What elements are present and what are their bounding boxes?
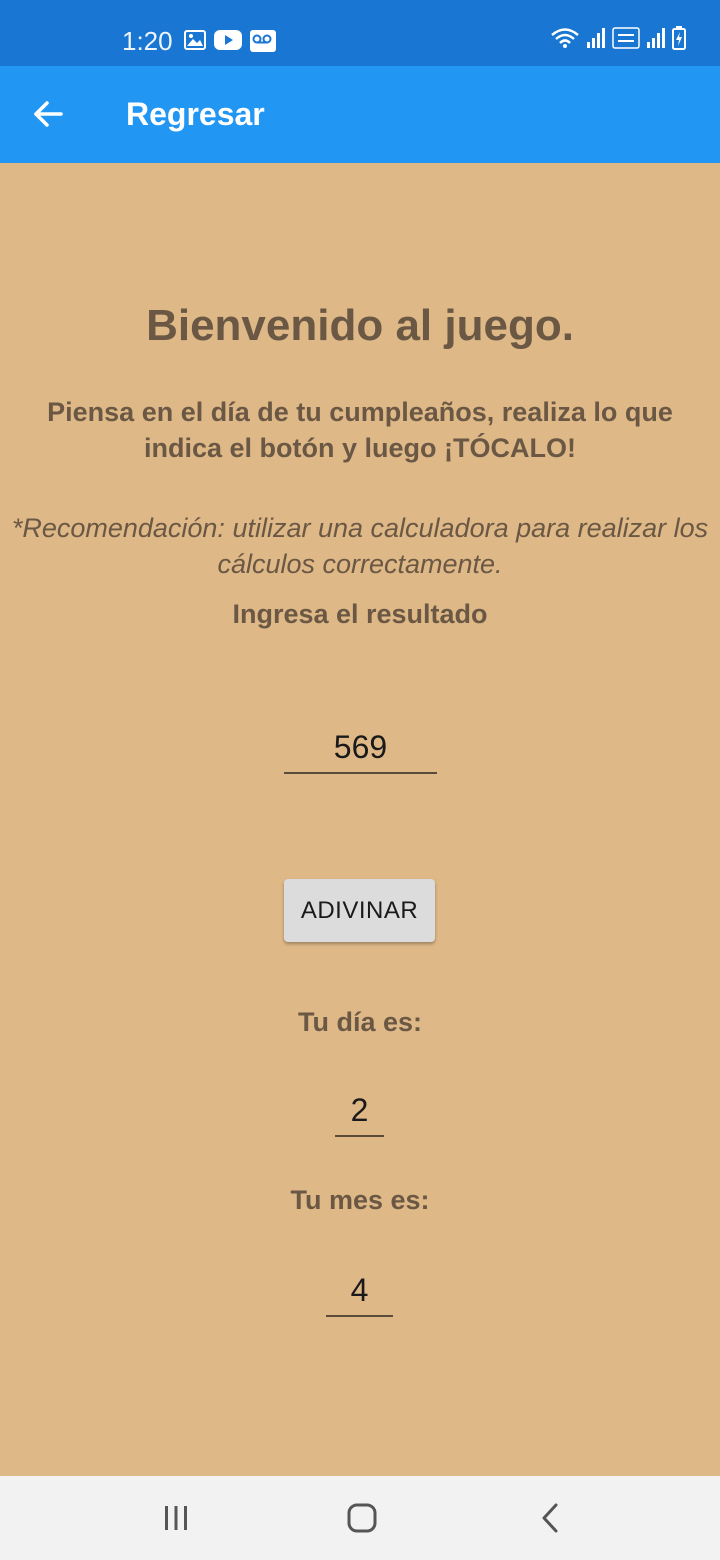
signal-icon-2 bbox=[647, 28, 665, 48]
month-label: Tu mes es: bbox=[290, 1185, 430, 1215]
nav-back-button[interactable] bbox=[520, 1494, 580, 1542]
image-icon bbox=[184, 30, 206, 50]
instructions-text: Piensa en el día de tu cumpleaños, reali… bbox=[47, 397, 673, 463]
app-bar-title: Regresar bbox=[126, 96, 265, 132]
back-icon bbox=[542, 1503, 558, 1533]
app-bar: Regresar bbox=[0, 66, 720, 163]
recommendation-text: *Recomendación: utilizar una calculadora… bbox=[11, 513, 709, 579]
result-label: Ingresa el resultado bbox=[232, 599, 488, 629]
home-icon bbox=[347, 1503, 377, 1533]
volte-lte2-icon bbox=[612, 27, 640, 49]
day-output[interactable] bbox=[335, 1085, 384, 1137]
welcome-heading: Bienvenido al juego. bbox=[146, 301, 574, 350]
battery-charging-icon bbox=[672, 26, 686, 50]
status-left-icons bbox=[184, 30, 276, 52]
result-input[interactable] bbox=[284, 722, 437, 774]
home-button[interactable] bbox=[332, 1494, 392, 1542]
youtube-icon bbox=[214, 30, 242, 50]
back-button[interactable] bbox=[22, 88, 74, 140]
recent-apps-icon bbox=[165, 1506, 187, 1530]
status-right-icons bbox=[550, 26, 686, 50]
guess-button[interactable]: ADIVINAR bbox=[284, 879, 435, 942]
status-time: 1:20 bbox=[122, 26, 173, 56]
month-output[interactable] bbox=[326, 1265, 393, 1317]
day-label: Tu día es: bbox=[297, 1007, 423, 1037]
recent-apps-button[interactable] bbox=[146, 1494, 206, 1542]
arrow-left-icon bbox=[34, 101, 63, 127]
nav-bar bbox=[0, 1476, 720, 1560]
status-bar: 1:20 bbox=[0, 0, 720, 66]
signal-icon bbox=[587, 28, 605, 48]
voicemail-icon bbox=[250, 30, 276, 52]
wifi-icon bbox=[551, 28, 579, 48]
